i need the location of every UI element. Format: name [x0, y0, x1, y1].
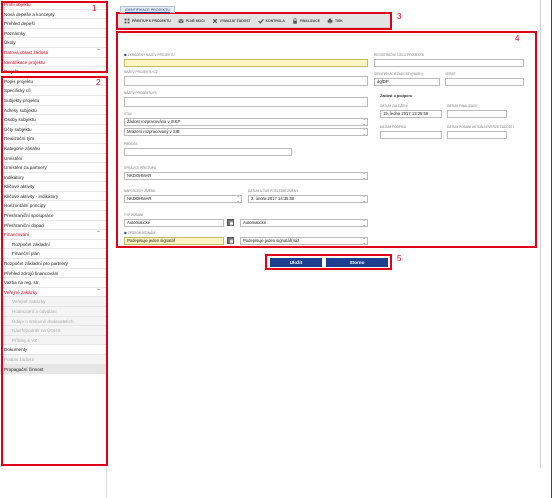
marker-2: 2 — [96, 78, 101, 87]
reg-label: REGISTRAČNÍ ČÍSLO PROJEKTU — [374, 53, 425, 57]
lock-icon — [293, 17, 297, 24]
highlight-box-2 — [1, 76, 108, 466]
spinner-icon: ⌃ ⌄ — [236, 195, 240, 203]
typ-podani-value-2: Automatické — [243, 220, 267, 225]
datum-zmeny-value: 2. února 2017 14:35:58 — [251, 196, 295, 201]
typ-podani-value: Automatické — [127, 220, 151, 225]
grid-icon — [124, 18, 130, 23]
list-select-icon[interactable] — [227, 237, 234, 244]
proces-label: PROCES — [124, 142, 138, 146]
cancel-button[interactable]: Storno — [326, 258, 388, 267]
check-icon — [257, 18, 264, 24]
marker-5: 5 — [397, 254, 402, 263]
naposledy-label: NAPOSLEDY ZMĚNIL — [124, 189, 157, 193]
plne-moci-button[interactable]: PLNÉ MOCI — [176, 18, 207, 24]
zpusob-label: ❶ ZPŮSOB JEDNÁNÍ — [124, 231, 156, 235]
zpusob-field-2[interactable]: Podepisuje jeden signatář(náz ⌃ ⌄ — [240, 237, 368, 245]
name-en-label: NÁZEV PROJEKTU CZ — [124, 70, 158, 74]
stav-value-2: Mrazení rozpracovaný v SIB — [127, 129, 180, 134]
finalizace-label: FINALIZACE — [299, 18, 320, 23]
datum-podpisu-input[interactable] — [380, 131, 442, 139]
print-icon — [327, 18, 333, 23]
proces-input[interactable] — [124, 148, 292, 156]
kontrola-label: KONTROLA — [265, 18, 285, 23]
stav-field-1[interactable]: Žádost rozpracována v ISKP ⌃ ⌄ — [124, 118, 368, 126]
ident-value: dgfDP — [377, 79, 389, 84]
spinner-icon: ⌃ ⌄ — [362, 172, 366, 180]
naposledy-value: NKDOHMAR — [127, 196, 152, 201]
marker-3: 3 — [397, 12, 402, 21]
zpusob-value-2: Podepisuje jeden signatář(náz — [243, 238, 300, 243]
tab-identifikace-projektu[interactable]: IDENTIFIKACE PROJEKTU — [120, 6, 175, 13]
short-name-input[interactable] — [124, 59, 368, 67]
name-cz-label: ❶ ZKRÁCENÝ NÁZEV PROJEKTU — [124, 53, 175, 57]
spinner-icon: ⌃ ⌄ — [362, 237, 366, 245]
naposledy-field[interactable]: NKDOHMAR ⌃ ⌄ — [124, 195, 242, 203]
name-pl-label: NÁZEV PROJEKTU PL — [124, 91, 158, 95]
vymazat-zadost-button[interactable]: VYMAZAT ŽÁDOST — [210, 18, 253, 24]
marker-1: 1 — [92, 4, 97, 13]
page-divider — [540, 0, 541, 468]
datum-podani-label: DATUM PODÁNÍ AKTUÁLNÍ VERZE ŽÁDOSTI — [447, 125, 514, 129]
stav-label: STAV — [124, 112, 132, 116]
plne-moci-label: PLNÉ MOCI — [185, 18, 205, 23]
zpusob-value: Podepisuje jeden signatář — [127, 238, 176, 243]
spravce-field[interactable]: NKDOHMAR ⌃ ⌄ — [124, 172, 368, 180]
zadost-heading: Žádost o podporu — [380, 94, 413, 98]
list-select-icon[interactable] — [227, 219, 234, 226]
verze-input[interactable] — [445, 78, 524, 86]
typ-podani-field-2[interactable]: Automatické ⌃ ⌄ — [240, 219, 368, 227]
name-pl-input[interactable] — [124, 97, 368, 107]
ident-input[interactable]: dgfDP — [374, 78, 440, 86]
stav-field-2[interactable]: Mrazení rozpracovaný v SIB ⌃ ⌄ — [124, 128, 368, 136]
datum-zmeny-field[interactable]: 2. února 2017 14:35:58 ⌃ ⌄ — [248, 195, 368, 203]
datum-zalozeni-input[interactable]: 19. ledna 2017 13:25:59 — [380, 110, 442, 118]
name-cz-input[interactable] — [124, 76, 368, 86]
spravce-value: NKDOHMAR — [127, 173, 152, 178]
action-toolbar: PŘESTUP K PROJEKTU PLNÉ MOCI VYMAZAT ŽÁD… — [118, 14, 390, 28]
stav-value-1: Žádost rozpracována v ISKP — [127, 119, 181, 124]
verze-label: VERZE — [445, 72, 456, 76]
datum-finalizace-input[interactable] — [447, 110, 507, 118]
page-border-line — [551, 0, 552, 498]
save-button[interactable]: Uložit — [270, 258, 322, 267]
spinner-icon: ⌃ ⌄ — [362, 195, 366, 203]
project-form: ❶ ZKRÁCENÝ NÁZEV PROJEKTU NÁZEV PROJEKTU… — [118, 32, 533, 246]
datum-podpisu-label: DATUM PODPISU — [380, 125, 407, 129]
datum-zmeny-label: DATUM A ČAS POSLEDNÍ ZMĚNY — [248, 189, 299, 193]
vymazat-label: VYMAZAT ŽÁDOST — [219, 18, 251, 23]
ident-label: IDENTIFIKACE ŽÁDOSTI (HASH) — [374, 72, 423, 76]
spinner-icon: ⌃ ⌄ — [362, 219, 366, 227]
tisk-button[interactable]: TISK — [325, 18, 345, 24]
datum-finalizace-label: DATUM FINALIZACE — [447, 104, 478, 108]
x-icon — [212, 18, 217, 23]
kontrola-button[interactable]: KONTROLA — [256, 18, 287, 24]
datum-podani-input[interactable] — [447, 131, 507, 139]
typ-podani-field[interactable]: Automatické — [124, 219, 224, 227]
reg-input[interactable] — [374, 59, 524, 67]
spravce-label: SPRÁVCE PŘÍSTUPU — [124, 166, 157, 170]
spinner-icon: ⌃ ⌄ — [362, 128, 366, 136]
datum-zalozeni-value: 19. ledna 2017 13:25:59 — [383, 111, 429, 116]
datum-zalozeni-label: DATUM ZALOŽENÍ — [380, 104, 408, 108]
zpusob-field[interactable]: Podepisuje jeden signatář — [124, 237, 224, 245]
prestup-button[interactable]: PŘESTUP K PROJEKTU — [122, 18, 173, 24]
prestup-label: PŘESTUP K PROJEKTU — [132, 18, 171, 23]
tisk-label: TISK — [334, 18, 343, 23]
typ-podani-label: TYP PODÁNÍ — [124, 213, 144, 217]
finalizace-button[interactable]: FINALIZACE — [290, 17, 322, 24]
envelope-icon — [178, 18, 184, 23]
spinner-icon: ⌃ ⌄ — [362, 118, 366, 126]
